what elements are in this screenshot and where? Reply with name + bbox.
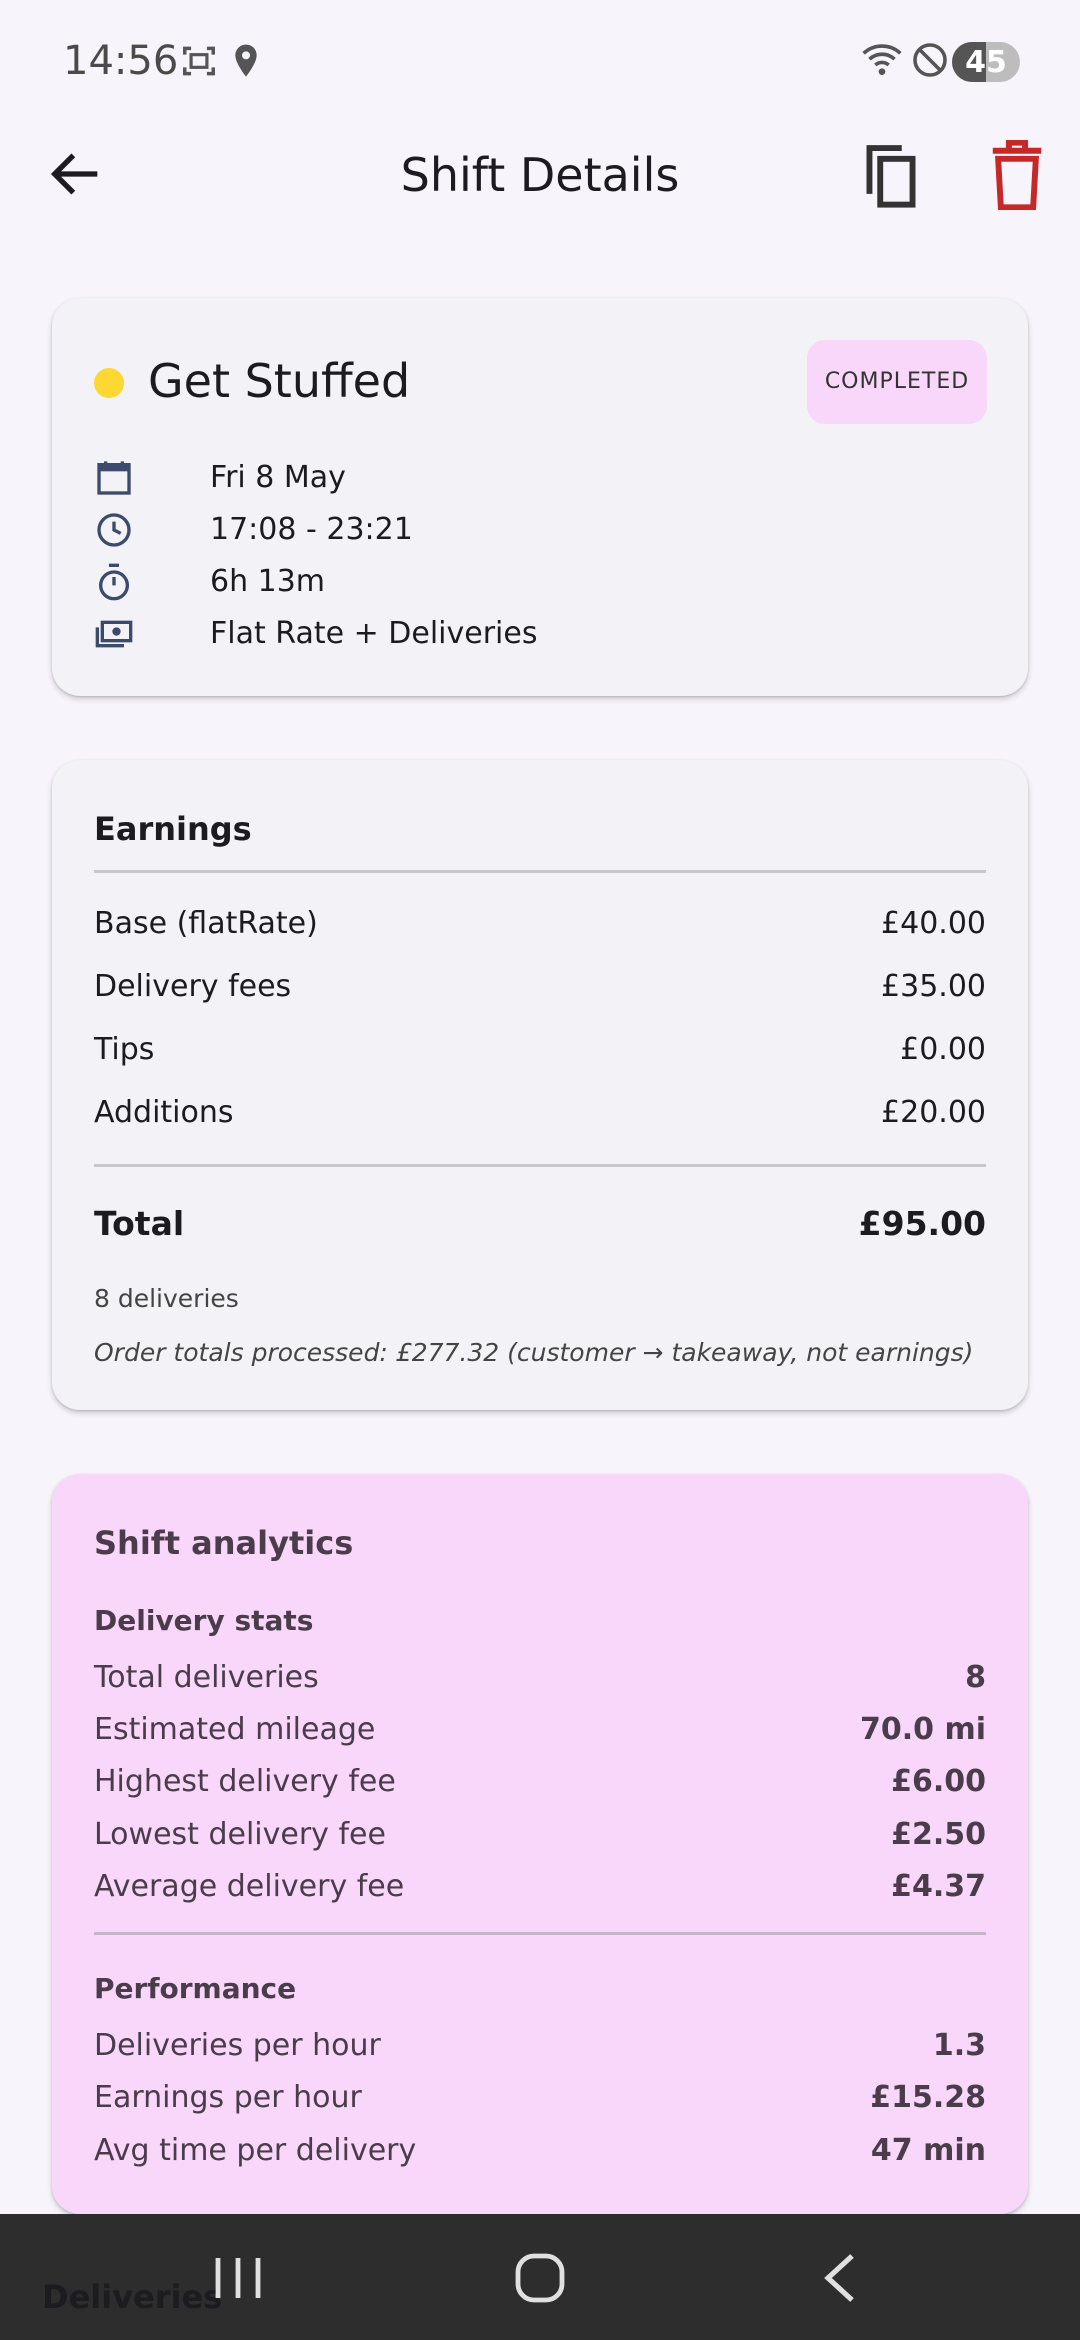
recent-apps-icon[interactable]: [208, 2250, 268, 2306]
stat-value: 70.0 mi: [859, 1712, 986, 1747]
total-label: Total: [94, 1204, 185, 1243]
timer-icon: [99, 563, 129, 601]
home-icon[interactable]: [510, 2250, 570, 2306]
earnings-row-label: Additions: [94, 1095, 234, 1130]
stat-label: Total deliveries: [94, 1660, 319, 1695]
earnings-row-value: £35.00: [881, 969, 986, 1004]
system-back-icon[interactable]: [812, 2250, 872, 2306]
earnings-divider: [94, 870, 986, 873]
performance-label: Deliveries per hour: [94, 2028, 381, 2063]
analytics-divider: [94, 1932, 986, 1935]
payments-icon: [95, 620, 133, 648]
total-divider: [94, 1164, 986, 1167]
status-bar: 14:56 45: [0, 0, 1080, 126]
stat-value: £4.37: [891, 1869, 986, 1904]
earnings-title: Earnings: [94, 810, 252, 848]
app-bar: Shift Details: [0, 126, 1080, 226]
shift-time-range: 17:08 - 23:21: [210, 512, 413, 547]
earnings-row: Delivery fees £35.00: [94, 969, 986, 1013]
shift-summary-card: Get Stuffed COMPLETED Fri 8 May 17:08 - …: [52, 298, 1028, 696]
earnings-row-label: Tips: [94, 1032, 155, 1067]
performance-label: Earnings per hour: [94, 2080, 362, 2115]
shift-analytics-card: Shift analytics Delivery stats Total del…: [52, 1474, 1028, 2214]
earnings-card: Earnings Base (flatRate) £40.00 Delivery…: [52, 760, 1028, 1410]
earnings-row-value: £40.00: [881, 906, 986, 941]
screenshot-icon: [183, 46, 215, 76]
performance-label: Avg time per delivery: [94, 2133, 417, 2168]
calendar-icon: [97, 461, 131, 495]
stat-row: Average delivery fee £4.37: [94, 1869, 986, 1913]
restaurant-name: Get Stuffed: [148, 354, 411, 408]
earnings-row-label: Delivery fees: [94, 969, 292, 1004]
performance-value: £15.28: [870, 2080, 986, 2115]
status-time: 14:56: [63, 38, 179, 84]
earnings-row-value: £0.00: [900, 1032, 986, 1067]
earnings-row: Additions £20.00: [94, 1095, 986, 1139]
location-icon: [235, 44, 257, 77]
battery-indicator: 45: [952, 42, 1020, 82]
performance-row: Deliveries per hour 1.3: [94, 2028, 986, 2072]
performance-value: 47 min: [870, 2133, 986, 2168]
performance-row: Avg time per delivery 47 min: [94, 2133, 986, 2177]
clock-icon: [97, 513, 131, 547]
deliveries-count: 8 deliveries: [94, 1284, 239, 1313]
status-badge: COMPLETED: [807, 340, 987, 424]
performance-title: Performance: [94, 1972, 297, 2005]
shift-date: Fri 8 May: [210, 460, 346, 495]
earnings-row: Tips £0.00: [94, 1032, 986, 1076]
shift-duration: 6h 13m: [210, 564, 326, 599]
stat-value: £6.00: [891, 1764, 986, 1799]
stat-row: Lowest delivery fee £2.50: [94, 1817, 986, 1861]
analytics-title: Shift analytics: [94, 1524, 354, 1562]
stat-row: Highest delivery fee £6.00: [94, 1764, 986, 1808]
earnings-row: Base (flatRate) £40.00: [94, 906, 986, 950]
stat-row: Total deliveries 8: [94, 1660, 986, 1704]
stat-value: £2.50: [891, 1817, 986, 1852]
stat-label: Average delivery fee: [94, 1869, 405, 1904]
stat-label: Estimated mileage: [94, 1712, 376, 1747]
delivery-stats-title: Delivery stats: [94, 1604, 314, 1637]
stat-label: Lowest delivery fee: [94, 1817, 386, 1852]
total-value: £95.00: [858, 1204, 986, 1243]
shift-pay-type: Flat Rate + Deliveries: [210, 616, 538, 651]
delete-icon[interactable]: [990, 140, 1044, 210]
copy-icon[interactable]: [858, 140, 924, 210]
restaurant-color-dot: [94, 368, 124, 398]
wifi-icon: [862, 44, 902, 75]
stat-row: Estimated mileage 70.0 mi: [94, 1712, 986, 1756]
do-not-disturb-icon: [913, 43, 947, 77]
earnings-row-value: £20.00: [881, 1095, 986, 1130]
performance-row: Earnings per hour £15.28: [94, 2080, 986, 2124]
bottom-nav-deliveries-label[interactable]: Deliveries: [42, 2278, 222, 2316]
earnings-row-label: Base (flatRate): [94, 906, 318, 941]
order-totals-note: Order totals processed: £277.32 (custome…: [94, 1338, 974, 1367]
performance-value: 1.3: [932, 2028, 986, 2063]
stat-value: 8: [965, 1660, 986, 1695]
stat-label: Highest delivery fee: [94, 1764, 396, 1799]
earnings-total-row: Total £95.00: [94, 1204, 986, 1248]
battery-level: 45: [965, 45, 1007, 80]
